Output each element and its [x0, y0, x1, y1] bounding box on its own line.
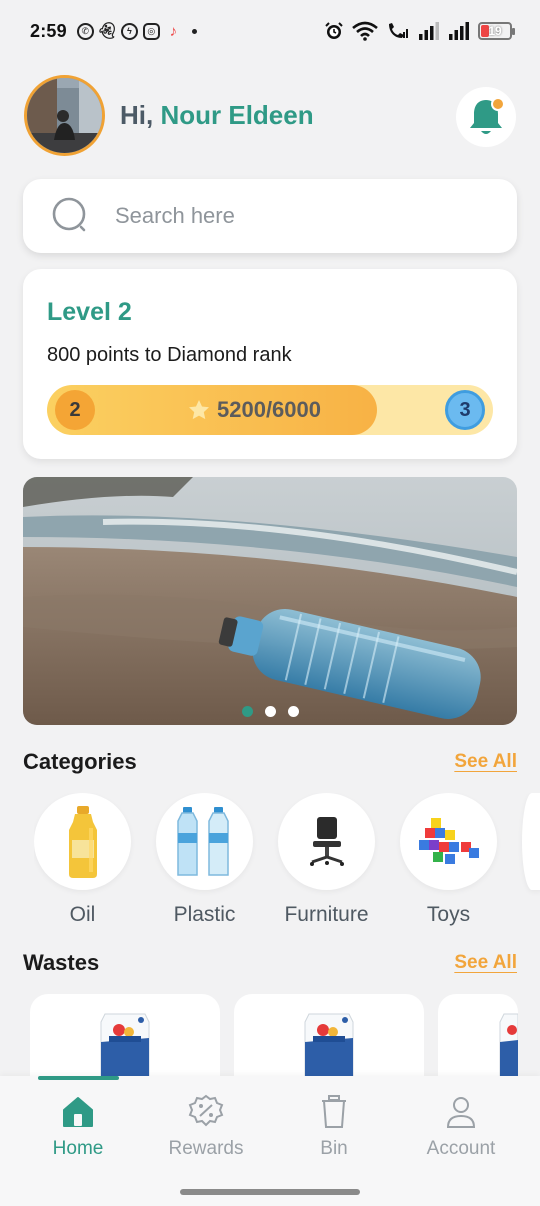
category-label: Oil: [69, 903, 96, 926]
alarm-icon: [325, 22, 343, 39]
category-plastic[interactable]: Plastic: [156, 793, 253, 933]
milk-carton-icon: [499, 1013, 518, 1078]
status-bar: 2:59 ✆ 👻︎ ϟ ◎ ♪ 19: [0, 0, 540, 62]
battery-level: 19: [488, 24, 502, 38]
category-circle: [278, 793, 375, 890]
active-tab-indicator: [38, 1076, 119, 1080]
avatar[interactable]: [24, 75, 105, 156]
categories-title: Categories: [23, 749, 137, 774]
signal-icon-2: [449, 22, 469, 40]
instagram-icon: ◎: [142, 22, 160, 40]
wastes-list: [30, 994, 518, 1084]
nav-rewards[interactable]: Rewards: [146, 1094, 266, 1160]
wastes-see-all-link[interactable]: See All: [454, 952, 517, 974]
carousel-dot-3[interactable]: [287, 706, 299, 717]
notification-icons: ✆ 👻︎ ϟ ◎ ♪: [76, 22, 197, 40]
category-label: Furniture: [284, 903, 369, 926]
categories-see-all-link[interactable]: See All: [454, 751, 517, 773]
gesture-home-bar[interactable]: [180, 1189, 360, 1195]
bottom-navigation: Home Rewards Bin Account: [0, 1076, 540, 1206]
nav-label: Home: [52, 1138, 104, 1159]
bell-icon: [470, 97, 505, 134]
greeting-prefix: Hi,: [120, 100, 154, 130]
snapchat-icon: 👻︎: [97, 23, 118, 40]
categories-list: Oil Plastic Furniture Toys: [34, 793, 540, 933]
carousel-dot-2[interactable]: [264, 706, 276, 717]
search-input[interactable]: [115, 203, 475, 229]
battery-indicator: 19: [478, 22, 515, 40]
nav-label: Account: [426, 1138, 496, 1159]
wastes-title: Wastes: [23, 950, 100, 975]
carousel-dot-1[interactable]: [241, 706, 253, 717]
category-circle: [156, 793, 253, 890]
level-subtitle: 800 points to Diamond rank: [47, 344, 292, 366]
messenger-icon: ϟ: [120, 22, 138, 40]
category-circle: [522, 793, 540, 890]
category-label: Toys: [426, 903, 471, 926]
milk-carton-icon: [100, 1013, 150, 1078]
avatar-photo: [27, 78, 102, 153]
points-text: 5200/6000: [217, 397, 321, 422]
category-circle: [34, 793, 131, 890]
signal-icon: [419, 22, 439, 40]
level-progress-bar: 2 5200/6000 3: [47, 385, 493, 435]
search-icon: [52, 197, 86, 232]
level-title: Level 2: [47, 298, 132, 326]
oil-bottle-icon: [68, 805, 97, 878]
office-chair-icon: [309, 816, 344, 866]
home-icon: [63, 1097, 93, 1127]
category-label: Plastic: [173, 903, 236, 926]
status-time: 2:59: [30, 20, 67, 41]
next-level-badge: 3: [445, 390, 485, 430]
waste-card[interactable]: [30, 994, 220, 1084]
category-oil[interactable]: Oil: [34, 793, 131, 933]
level-card[interactable]: Level 2 800 points to Diamond rank 2 520…: [23, 269, 517, 459]
star-icon: [189, 400, 209, 420]
nav-label: Bin: [320, 1138, 348, 1159]
category-circle: [400, 793, 497, 890]
category-toys[interactable]: Toys: [400, 793, 497, 933]
wifi-icon: [352, 21, 378, 41]
banner-image: [23, 477, 517, 725]
nav-bin[interactable]: Bin: [274, 1094, 394, 1160]
nav-label: Rewards: [168, 1138, 244, 1159]
nav-home[interactable]: Home: [18, 1094, 138, 1160]
user-name: Nour Eldeen: [160, 100, 314, 130]
plastic-bottles-icon: [176, 806, 229, 876]
category-next-partial[interactable]: [522, 793, 540, 933]
notifications-button[interactable]: [456, 87, 516, 147]
tiktok-icon: ♪: [169, 22, 178, 40]
whatsapp-icon: ✆: [76, 22, 94, 40]
waste-card[interactable]: [234, 994, 424, 1084]
wifi-calling-icon: [389, 23, 408, 38]
greeting: Hi, Nour Eldeen: [120, 100, 314, 131]
more-notifications-dot: [191, 28, 197, 34]
user-icon: [446, 1097, 476, 1128]
promo-banner[interactable]: [23, 477, 517, 725]
waste-card-partial[interactable]: [438, 994, 518, 1084]
current-level-badge: 2: [55, 390, 95, 430]
toy-blocks-icon: [418, 817, 479, 864]
category-furniture[interactable]: Furniture: [278, 793, 375, 933]
points-progress: 5200/6000: [187, 397, 321, 423]
milk-carton-icon: [304, 1013, 354, 1078]
carousel-dots: [23, 706, 517, 717]
discount-badge-icon: [188, 1094, 224, 1127]
trash-bin-icon: [322, 1095, 346, 1128]
nav-account[interactable]: Account: [401, 1094, 521, 1160]
search-bar[interactable]: [23, 179, 517, 253]
